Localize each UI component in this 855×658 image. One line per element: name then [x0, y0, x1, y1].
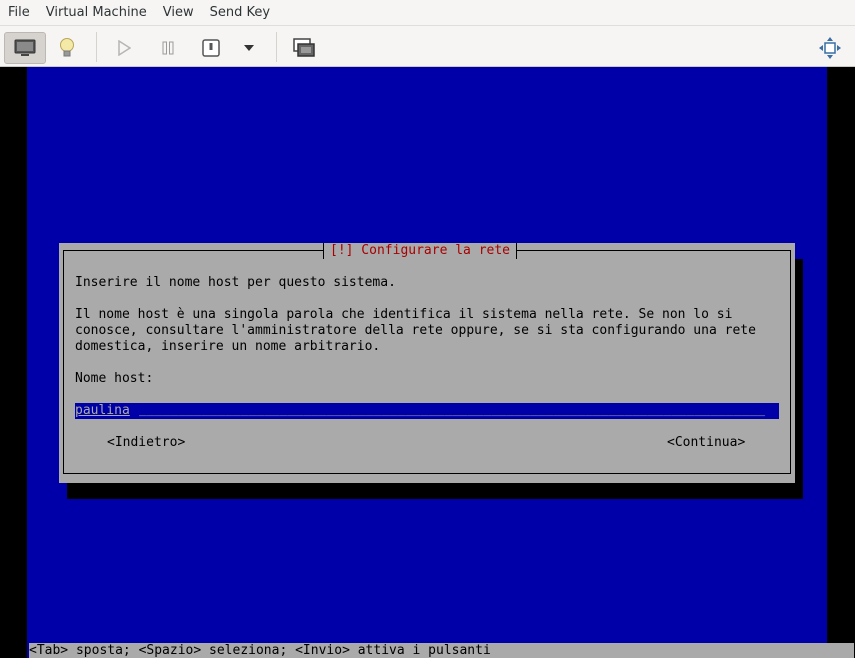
hostname-value: paulina — [75, 403, 130, 419]
installer-screen: [!] Configurare la rete Inserire il nome… — [27, 67, 854, 658]
description-line-3: domestica, inserire un nome arbitrario. — [75, 339, 381, 354]
play-icon — [118, 40, 131, 56]
shutdown-button[interactable] — [190, 32, 232, 64]
description-line-1: Il nome host è una singola parola che id… — [75, 307, 733, 322]
hostname-label: Nome host: — [75, 371, 154, 386]
console-view-button[interactable] — [4, 32, 46, 64]
menu-bar: File Virtual Machine View Send Key — [0, 0, 855, 25]
network-config-dialog: [!] Configurare la rete Inserire il nome… — [59, 243, 795, 483]
lightbulb-icon — [60, 38, 74, 57]
back-button[interactable]: <Indietro> — [107, 435, 185, 451]
toolbar-separator — [276, 32, 277, 62]
pause-icon — [162, 41, 174, 55]
vm-display[interactable]: [!] Configurare la rete Inserire il nome… — [0, 67, 855, 658]
snapshots-button[interactable] — [283, 32, 325, 64]
chevron-down-icon — [244, 45, 254, 51]
description-line-2: conosce, consultare l'amministratore del… — [75, 323, 756, 338]
pause-button[interactable] — [147, 32, 189, 64]
status-bar-text: <Tab> sposta; <Spazio> seleziona; <Invio… — [29, 643, 491, 658]
menu-send-key[interactable]: Send Key — [202, 0, 278, 25]
toolbar-separator — [96, 32, 97, 62]
fullscreen-button[interactable] — [809, 32, 851, 64]
snapshots-icon — [293, 38, 315, 57]
shutdown-menu-button[interactable] — [229, 32, 269, 64]
dialog-title: [!] Configurare la rete — [323, 243, 518, 259]
menu-view[interactable]: View — [155, 0, 202, 25]
continue-button[interactable]: <Continua> — [667, 435, 745, 451]
fullscreen-icon — [819, 37, 841, 59]
power-icon — [202, 39, 220, 57]
hostname-input-underline: ________________________________________… — [139, 403, 766, 417]
menu-file[interactable]: File — [0, 0, 38, 25]
details-view-button[interactable] — [46, 32, 88, 64]
menu-virtual-machine[interactable]: Virtual Machine — [38, 0, 155, 25]
toolbar — [0, 25, 855, 67]
monitor-icon — [14, 39, 36, 56]
hostname-prompt: Inserire il nome host per questo sistema… — [75, 275, 396, 290]
run-button[interactable] — [103, 32, 145, 64]
hostname-input[interactable]: paulina ________________________________… — [75, 403, 779, 419]
